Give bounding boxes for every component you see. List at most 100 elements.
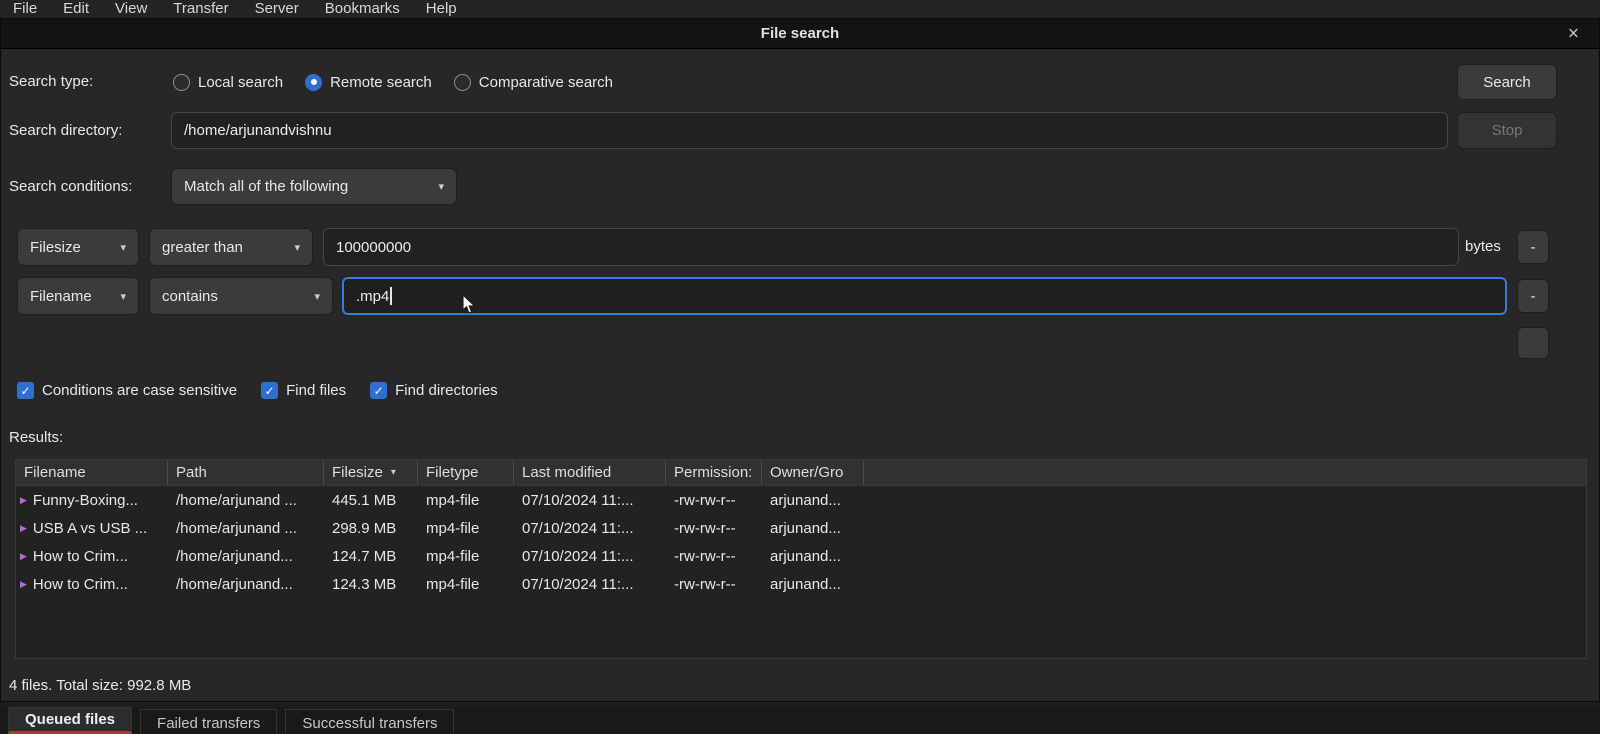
condition-1-value-input[interactable]	[323, 228, 1459, 266]
checkbox-case-sensitive[interactable]: ✓ Conditions are case sensitive	[17, 382, 237, 399]
dialog-title: File search	[761, 25, 839, 42]
cell-filesize: 298.9 MB	[324, 514, 418, 542]
menu-transfer[interactable]: Transfer	[160, 0, 241, 17]
condition-1-operator-dropdown[interactable]: greater than ▾	[149, 228, 313, 266]
cell-last-modified: 07/10/2024 11:...	[514, 542, 666, 570]
cell-path: /home/arjunand ...	[168, 486, 324, 514]
condition-2-value-input[interactable]: .mp4	[342, 277, 1507, 315]
radio-label: Remote search	[330, 74, 432, 91]
condition-field-value: Filename	[30, 288, 92, 305]
menu-help[interactable]: Help	[413, 0, 470, 17]
tab-failed-transfers[interactable]: Failed transfers	[140, 709, 277, 734]
radio-local-search[interactable]: Local search	[173, 74, 283, 91]
menu-view[interactable]: View	[102, 0, 160, 17]
cell-filename: USB A vs USB ...	[33, 520, 147, 537]
stop-button[interactable]: Stop	[1457, 112, 1557, 149]
cell-filename: How to Crim...	[33, 548, 128, 565]
radio-selected-icon	[305, 74, 322, 91]
results-label: Results:	[9, 429, 63, 446]
condition-operator-value: contains	[162, 288, 218, 305]
cell-filetype: mp4-file	[418, 514, 514, 542]
condition-2-remove-button[interactable]: -	[1517, 279, 1549, 313]
radio-remote-search[interactable]: Remote search	[305, 74, 432, 91]
radio-comparative-search[interactable]: Comparative search	[454, 74, 613, 91]
radio-label: Local search	[198, 74, 283, 91]
cell-filesize: 445.1 MB	[324, 486, 418, 514]
column-header-path[interactable]: Path	[168, 460, 324, 485]
search-directory-input[interactable]	[171, 112, 1448, 149]
cell-permissions: -rw-rw-r--	[666, 542, 762, 570]
results-table: Filename Path Filesize▾ Filetype Last mo…	[15, 459, 1587, 659]
menu-file[interactable]: File	[0, 0, 50, 17]
checkbox-find-directories[interactable]: ✓ Find directories	[370, 382, 498, 399]
result-row[interactable]: ▶How to Crim... /home/arjunand... 124.7 …	[16, 542, 1586, 570]
cell-filetype: mp4-file	[418, 486, 514, 514]
file-search-dialog: File search × Search type: Local search …	[0, 18, 1600, 702]
checkbox-checked-icon: ✓	[370, 382, 387, 399]
tab-queued-files[interactable]: Queued files	[8, 707, 132, 734]
checkbox-label: Find files	[286, 382, 346, 399]
dialog-body: Search type: Local search Remote search …	[1, 49, 1599, 700]
chevron-down-icon: ▾	[110, 241, 126, 254]
menu-server[interactable]: Server	[242, 0, 312, 17]
column-header-filler	[864, 460, 1586, 485]
search-conditions-label: Search conditions:	[9, 168, 132, 205]
condition-1-remove-button[interactable]: -	[1517, 230, 1549, 264]
radio-label: Comparative search	[479, 74, 613, 91]
cell-last-modified: 07/10/2024 11:...	[514, 514, 666, 542]
column-header-filetype[interactable]: Filetype	[418, 460, 514, 485]
sort-descending-icon: ▾	[391, 467, 396, 478]
cell-owner: arjunand...	[762, 486, 864, 514]
cell-filetype: mp4-file	[418, 542, 514, 570]
results-table-header: Filename Path Filesize▾ Filetype Last mo…	[16, 460, 1586, 486]
match-mode-value: Match all of the following	[184, 178, 348, 195]
column-header-filesize[interactable]: Filesize▾	[324, 460, 418, 485]
close-icon[interactable]: ×	[1568, 24, 1579, 43]
condition-2-operator-dropdown[interactable]: contains ▾	[149, 277, 333, 315]
checkbox-checked-icon: ✓	[17, 382, 34, 399]
mouse-cursor-icon	[462, 294, 477, 319]
cell-filesize: 124.7 MB	[324, 542, 418, 570]
result-row[interactable]: ▶How to Crim... /home/arjunand... 124.3 …	[16, 570, 1586, 598]
checkbox-label: Conditions are case sensitive	[42, 382, 237, 399]
match-mode-dropdown[interactable]: Match all of the following ▾	[171, 168, 457, 205]
column-header-permissions[interactable]: Permission:	[666, 460, 762, 485]
result-row[interactable]: ▶USB A vs USB ... /home/arjunand ... 298…	[16, 514, 1586, 542]
cell-filename: How to Crim...	[33, 576, 128, 593]
menu-edit[interactable]: Edit	[50, 0, 102, 17]
media-file-icon: ▶	[20, 495, 27, 506]
search-directory-label: Search directory:	[9, 112, 122, 149]
condition-placeholder-button[interactable]	[1517, 327, 1549, 359]
column-header-filename[interactable]: Filename	[16, 460, 168, 485]
check-icon: ✓	[265, 384, 275, 398]
condition-2-field-dropdown[interactable]: Filename ▾	[17, 277, 139, 315]
results-status: 4 files. Total size: 992.8 MB	[9, 677, 191, 694]
column-header-owner-group[interactable]: Owner/Gro	[762, 460, 864, 485]
condition-1-unit-label: bytes	[1465, 228, 1501, 266]
condition-field-value: Filesize	[30, 239, 81, 256]
transfer-tabs: Queued files Failed transfers Successful…	[0, 707, 1600, 734]
cell-path: /home/arjunand...	[168, 570, 324, 598]
search-options-row: ✓ Conditions are case sensitive ✓ Find f…	[17, 382, 498, 399]
cell-filesize: 124.3 MB	[324, 570, 418, 598]
menubar: File Edit View Transfer Server Bookmarks…	[0, 0, 1600, 20]
cell-owner: arjunand...	[762, 542, 864, 570]
condition-operator-value: greater than	[162, 239, 243, 256]
menu-bookmarks[interactable]: Bookmarks	[312, 0, 413, 17]
search-button[interactable]: Search	[1457, 64, 1557, 100]
checkbox-checked-icon: ✓	[261, 382, 278, 399]
column-header-last-modified[interactable]: Last modified	[514, 460, 666, 485]
condition-2-value-text: .mp4	[356, 288, 389, 305]
chevron-down-icon: ▾	[304, 290, 320, 303]
checkbox-label: Find directories	[395, 382, 498, 399]
result-row[interactable]: ▶Funny-Boxing... /home/arjunand ... 445.…	[16, 486, 1586, 514]
check-icon: ✓	[20, 384, 30, 398]
chevron-down-icon: ▾	[428, 180, 444, 193]
chevron-down-icon: ▾	[284, 241, 300, 254]
radio-unselected-icon	[454, 74, 471, 91]
condition-1-field-dropdown[interactable]: Filesize ▾	[17, 228, 139, 266]
checkbox-find-files[interactable]: ✓ Find files	[261, 382, 346, 399]
cell-filetype: mp4-file	[418, 570, 514, 598]
tab-successful-transfers[interactable]: Successful transfers	[285, 709, 454, 734]
check-icon: ✓	[374, 384, 384, 398]
